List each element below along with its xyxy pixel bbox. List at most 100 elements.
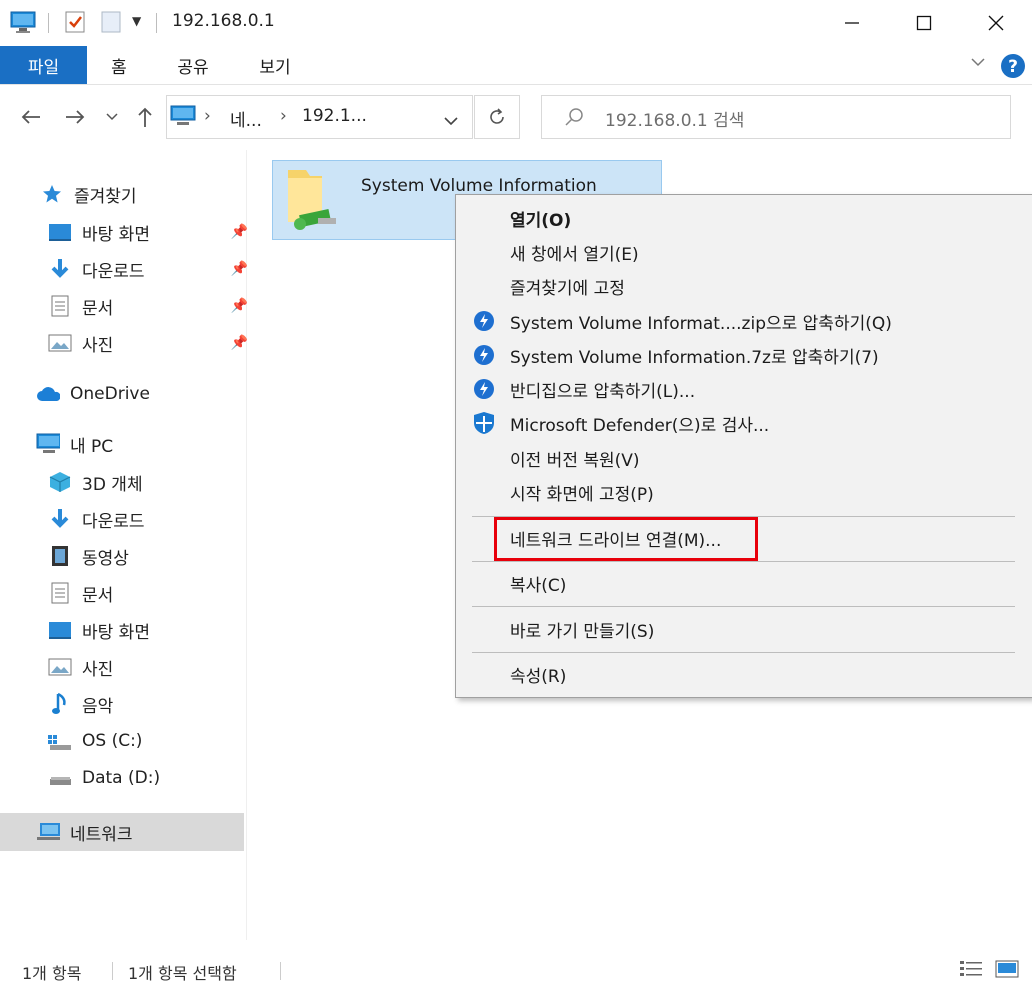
menu-item-pin-start[interactable]: 시작 화면에 고정(P) — [456, 475, 1030, 509]
breadcrumb-network[interactable]: 네... — [230, 106, 262, 131]
menu-item-copy[interactable]: 복사(C) — [456, 566, 1030, 600]
nav-item-downloads[interactable]: 다운로드 — [48, 501, 244, 537]
nav-label: 사진 — [82, 659, 114, 680]
back-button[interactable] — [16, 100, 46, 134]
menu-item-properties[interactable]: 속성(R) — [456, 657, 1030, 691]
nav-item-desktop[interactable]: 바탕 화면 📌 — [48, 214, 248, 250]
nav-label: 네트워크 — [70, 824, 133, 845]
large-icons-view-button[interactable] — [994, 958, 1020, 985]
computer-icon — [170, 105, 196, 132]
nav-item-pictures[interactable]: 사진 📌 — [48, 325, 248, 361]
separator — [48, 13, 49, 33]
tab-view[interactable]: 보기 — [235, 46, 315, 84]
breadcrumb-separator-icon: › — [280, 106, 287, 126]
window-title: 192.168.0.1 — [172, 11, 275, 31]
star-icon — [40, 182, 64, 206]
menu-item-label: 속성(R) — [510, 666, 567, 687]
menu-separator — [472, 652, 1015, 653]
menu-item-compress-bandizip[interactable]: 반디집으로 압축하기(L)... — [456, 372, 1030, 406]
nav-label: 즐겨찾기 — [74, 186, 137, 207]
menu-item-open-new-window[interactable]: 새 창에서 열기(E) — [456, 235, 1030, 269]
nav-item-videos[interactable]: 동영상 — [48, 538, 244, 574]
recent-locations-button[interactable] — [100, 100, 124, 134]
pin-icon[interactable]: 📌 — [231, 298, 248, 314]
pin-icon[interactable]: 📌 — [231, 261, 248, 277]
details-view-icon — [960, 961, 982, 976]
breadcrumb-separator-icon: › — [204, 106, 211, 126]
new-folder-icon[interactable] — [100, 10, 122, 39]
status-selected-count: 1개 항목 선택함 — [128, 964, 237, 983]
refresh-icon — [490, 108, 504, 124]
menu-item-defender-scan[interactable]: Microsoft Defender(으)로 검사... — [456, 406, 1030, 440]
nav-quick-access[interactable]: 즐겨찾기 — [40, 176, 137, 212]
picture-icon — [48, 655, 72, 679]
nav-label: Data (D:) — [82, 768, 161, 788]
menu-item-restore-previous[interactable]: 이전 버전 복원(V) — [456, 441, 1030, 475]
menu-item-open[interactable]: 열기(O) — [456, 201, 1030, 235]
menu-item-create-shortcut[interactable]: 바로 가기 만들기(S) — [456, 612, 1030, 646]
status-separator — [280, 962, 281, 980]
refresh-button[interactable] — [474, 95, 520, 139]
back-arrow-icon — [21, 110, 40, 124]
defender-shield-icon — [472, 411, 496, 435]
maximize-button[interactable] — [888, 0, 960, 46]
nav-item-downloads[interactable]: 다운로드 📌 — [48, 251, 248, 287]
tab-home[interactable]: 홈 — [87, 46, 151, 84]
forward-button[interactable] — [60, 100, 90, 134]
menu-item-pin-quick-access[interactable]: 즐겨찾기에 고정 — [456, 269, 1030, 303]
pin-icon[interactable]: 📌 — [231, 335, 248, 351]
bandizip-icon — [472, 377, 496, 401]
nav-item-documents[interactable]: 문서 📌 — [48, 288, 248, 324]
nav-item-documents[interactable]: 문서 — [48, 575, 244, 611]
onedrive-cloud-icon — [36, 382, 60, 406]
nav-item-music[interactable]: 음악 — [48, 686, 244, 722]
chevron-down-icon — [106, 113, 118, 121]
nav-item-desktop[interactable]: 바탕 화면 — [48, 612, 244, 648]
nav-item-os-drive[interactable]: OS (C:) — [48, 723, 244, 759]
properties-icon[interactable] — [64, 10, 86, 39]
nav-this-pc[interactable]: 내 PC — [36, 426, 113, 462]
search-icon — [563, 106, 585, 133]
bandizip-icon — [472, 343, 496, 367]
nav-label: OS (C:) — [82, 731, 143, 751]
tab-file[interactable]: 파일 — [0, 46, 87, 84]
nav-label: 사진 — [82, 335, 114, 356]
bandizip-icon — [472, 309, 496, 333]
nav-item-pictures[interactable]: 사진 — [48, 649, 244, 685]
search-placeholder: 192.168.0.1 검색 — [605, 111, 745, 131]
document-icon — [48, 294, 72, 318]
nav-item-data-drive[interactable]: Data (D:) — [48, 760, 244, 796]
computer-icon[interactable] — [10, 10, 36, 39]
forward-arrow-icon — [66, 110, 85, 124]
breadcrumb-host[interactable]: 192.1... — [302, 106, 367, 126]
menu-item-compress-7z[interactable]: System Volume Information.7z로 압축하기(7) — [456, 338, 1030, 372]
expand-ribbon-icon[interactable] — [970, 56, 986, 72]
close-button[interactable] — [960, 0, 1032, 46]
customize-toolbar-icon[interactable]: ▼ — [132, 14, 141, 28]
download-icon — [48, 257, 72, 281]
maximize-icon — [916, 15, 932, 31]
help-icon[interactable]: ? — [1000, 53, 1026, 84]
minimize-button[interactable] — [816, 0, 888, 46]
nav-network[interactable]: 네트워크 — [36, 814, 133, 850]
up-button[interactable] — [130, 100, 160, 134]
desktop-icon — [48, 618, 72, 642]
address-history-button[interactable] — [443, 112, 459, 132]
details-view-button[interactable] — [958, 958, 984, 985]
up-arrow-icon — [138, 107, 152, 127]
nav-label: 바탕 화면 — [82, 622, 150, 643]
pin-icon[interactable]: 📌 — [231, 224, 248, 240]
network-icon — [36, 820, 60, 844]
menu-item-label: System Volume Information.7z로 압축하기(7) — [510, 347, 879, 368]
chevron-down-icon — [444, 117, 458, 126]
menu-item-compress-zip[interactable]: System Volume Informat....zip으로 압축하기(Q) — [456, 304, 1030, 338]
menu-item-label: 복사(C) — [510, 575, 567, 596]
os-drive-icon — [48, 729, 72, 753]
status-item-count: 1개 항목 — [22, 964, 82, 983]
nav-item-3d-objects[interactable]: 3D 개체 — [48, 464, 244, 500]
highlight-annotation-box — [494, 517, 758, 561]
nav-onedrive[interactable]: OneDrive — [36, 376, 150, 412]
computer-icon — [36, 432, 60, 456]
tab-share[interactable]: 공유 — [151, 46, 235, 84]
menu-item-label: 시작 화면에 고정(P) — [510, 484, 654, 505]
